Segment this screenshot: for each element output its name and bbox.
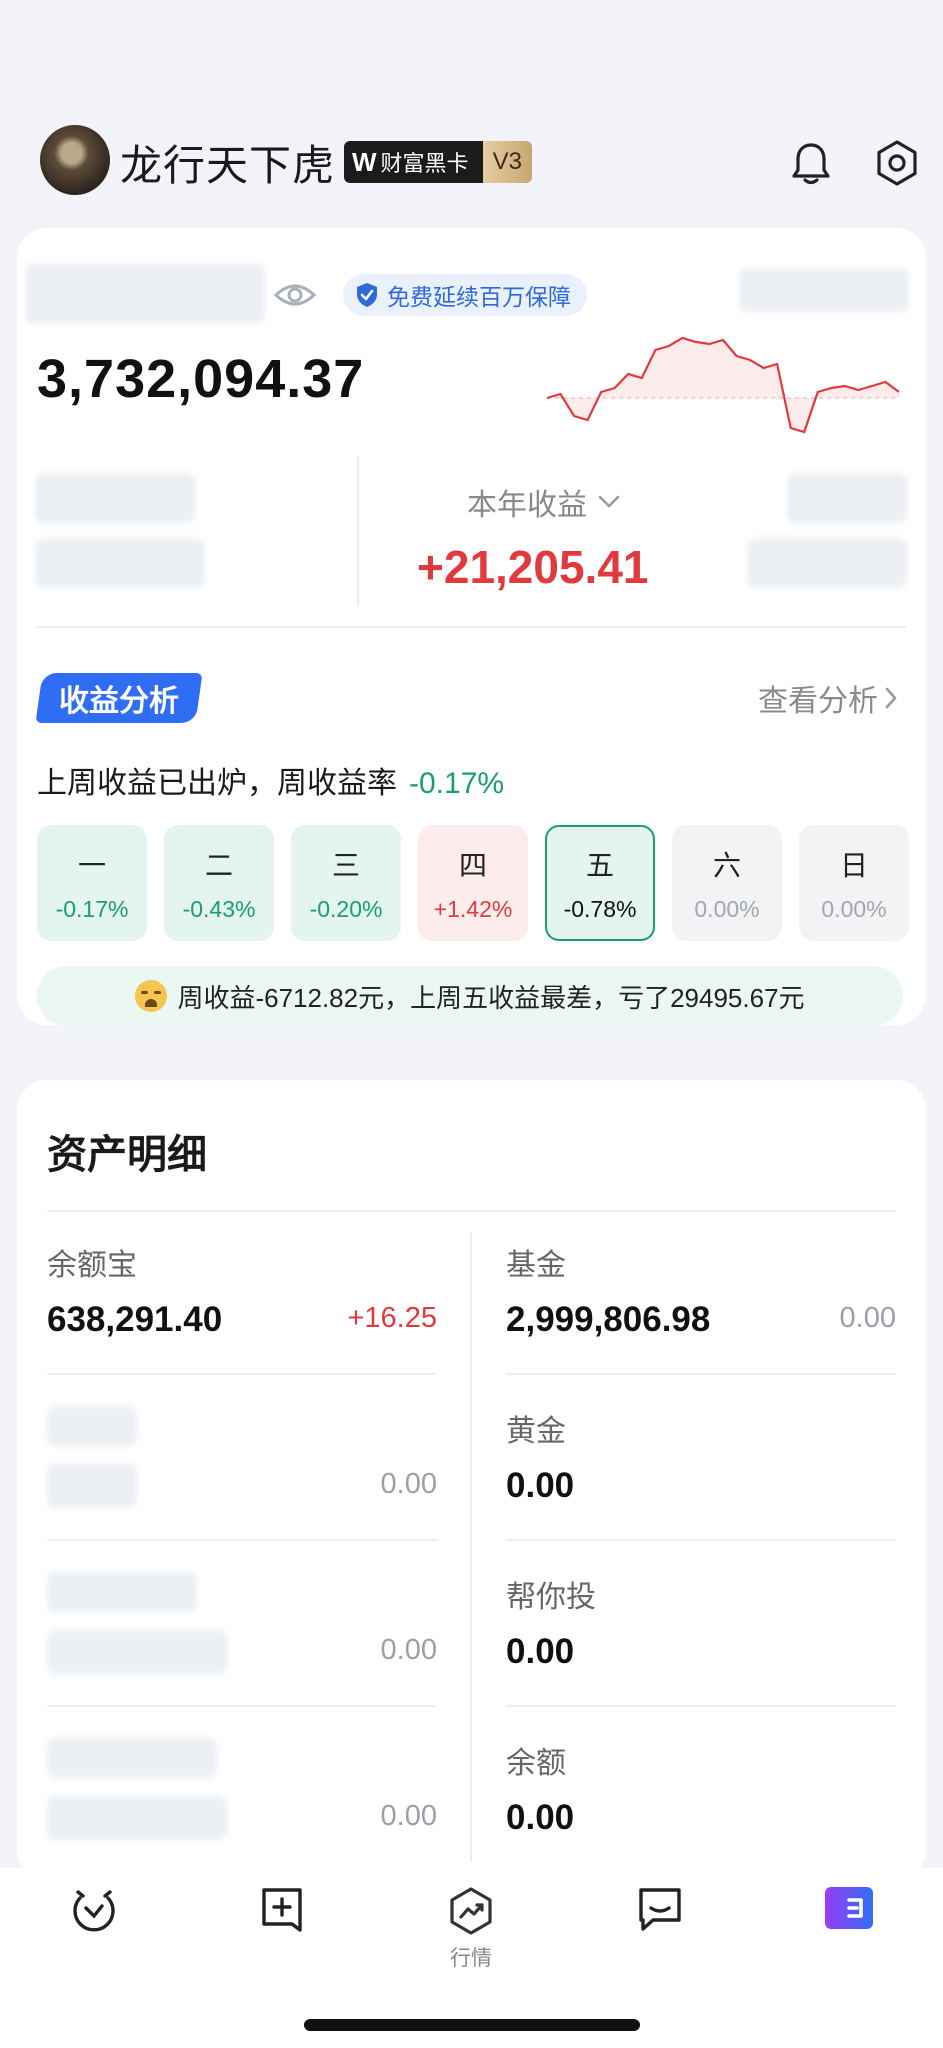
guarantee-tag[interactable]: 免费延续百万保障 — [343, 274, 587, 316]
asset-details-title: 资产明细 — [47, 1133, 207, 1177]
divider — [37, 626, 906, 628]
weekday-earnings-row: 一 -0.17% 二 -0.43% 三 -0.20% 四 +1.42% 五 -0.78% … — [37, 825, 909, 941]
asset-item-hidden[interactable]: 0.00 — [47, 1376, 437, 1541]
day-tile-5[interactable]: 五 -0.78% — [545, 825, 655, 941]
asset-item-help-invest[interactable]: 帮你投 0.00 — [506, 1542, 896, 1707]
tab-notes[interactable] — [222, 1886, 342, 1936]
day-tile-4[interactable]: 四 +1.42% — [418, 825, 528, 941]
shield-icon — [357, 283, 377, 307]
tab-wallet[interactable] — [789, 1886, 909, 1930]
blurred-top-right — [739, 268, 909, 312]
day-tile-3[interactable]: 三 -0.20% — [291, 825, 401, 941]
wealth-black-card-badge[interactable]: W 财富黑卡 V3 — [344, 141, 532, 183]
view-analysis-label: 查看分析 — [758, 685, 878, 718]
settings-icon[interactable] — [872, 138, 922, 188]
chevron-right-icon — [885, 687, 897, 709]
asset-item-balance[interactable]: 余额 0.00 — [506, 1708, 896, 1873]
blurred-left-value — [35, 538, 205, 588]
blurred-right-label — [787, 473, 907, 523]
divider — [357, 456, 359, 606]
home-indicator — [304, 2019, 640, 2031]
asset-overview-card: 免费延续百万保障 3,732,094.37 本年收益 +21,205.41 收益… — [17, 228, 926, 1026]
day-tile-1[interactable]: 一 -0.17% — [37, 825, 147, 941]
badge-level: V3 — [482, 141, 532, 183]
profile-header: 龙行天下虎 W 财富黑卡 V3 — [0, 120, 943, 210]
badge-logo: W — [352, 146, 377, 177]
asset-sparkline[interactable] — [537, 328, 909, 438]
weekly-summary-bar[interactable]: 周收益-6712.82元，上周五收益最差，亏了29495.67元 — [37, 966, 903, 1026]
blurred-right-value — [747, 538, 907, 588]
earnings-analysis-tag: 收益分析 — [35, 673, 203, 723]
column-divider — [470, 1232, 472, 1862]
alarm-icon — [73, 1890, 115, 1932]
chevron-down-icon — [598, 495, 620, 508]
weekly-rate: -0.17% — [409, 767, 505, 800]
guarantee-text: 免费延续百万保障 — [387, 284, 571, 310]
sparkline-area — [547, 338, 899, 432]
day-tile-6[interactable]: 六 0.00% — [672, 825, 782, 941]
weekly-earnings-text: 上周收益已出炉，周收益率 -0.17% — [37, 758, 504, 802]
year-earnings-value: +21,205.41 — [417, 541, 649, 593]
wallet-icon — [825, 1887, 873, 1929]
tab-market[interactable]: 行情 — [411, 1886, 531, 1972]
plus-note-icon — [262, 1888, 302, 1932]
year-earnings-label: 本年收益 — [467, 489, 587, 522]
view-analysis-link[interactable]: 查看分析 — [758, 676, 898, 720]
day-tile-7[interactable]: 日 0.00% — [799, 825, 909, 941]
blurred-left-label — [35, 473, 195, 523]
message-icon — [639, 1888, 681, 1931]
market-icon — [450, 1887, 492, 1935]
asset-details-card: 资产明细 余额宝 638,291.40 +16.25 0.00 0.00 0.0… — [17, 1080, 926, 1880]
day-tile-2[interactable]: 二 -0.43% — [164, 825, 274, 941]
badge-text: 财富黑卡 — [380, 151, 469, 176]
weekly-earnings-label: 上周收益已出炉，周收益率 — [37, 767, 397, 800]
asset-item-hidden[interactable]: 0.00 — [47, 1708, 437, 1873]
tab-alarm[interactable] — [34, 1886, 154, 1936]
tab-messages[interactable] — [600, 1886, 720, 1934]
avatar[interactable] — [40, 125, 110, 195]
year-earnings-selector[interactable]: 本年收益 — [467, 480, 621, 524]
username[interactable]: 龙行天下虎 — [120, 132, 335, 193]
tab-market-label: 行情 — [450, 1947, 492, 1970]
asset-item-hidden[interactable]: 0.00 — [47, 1542, 437, 1707]
asset-item-fund[interactable]: 基金 2,999,806.98 0.00 — [506, 1210, 896, 1375]
weekly-summary-text: 周收益-6712.82元，上周五收益最差，亏了29495.67元 — [177, 982, 805, 1013]
blurred-total-label — [25, 264, 265, 324]
total-assets-value: 3,732,094.37 — [37, 349, 365, 409]
crying-face-icon — [135, 980, 168, 1012]
asset-item-gold[interactable]: 黄金 0.00 — [506, 1376, 896, 1541]
bell-icon[interactable] — [786, 138, 836, 188]
asset-item-yuebao[interactable]: 余额宝 638,291.40 +16.25 — [47, 1210, 437, 1375]
eye-icon[interactable] — [273, 273, 317, 322]
